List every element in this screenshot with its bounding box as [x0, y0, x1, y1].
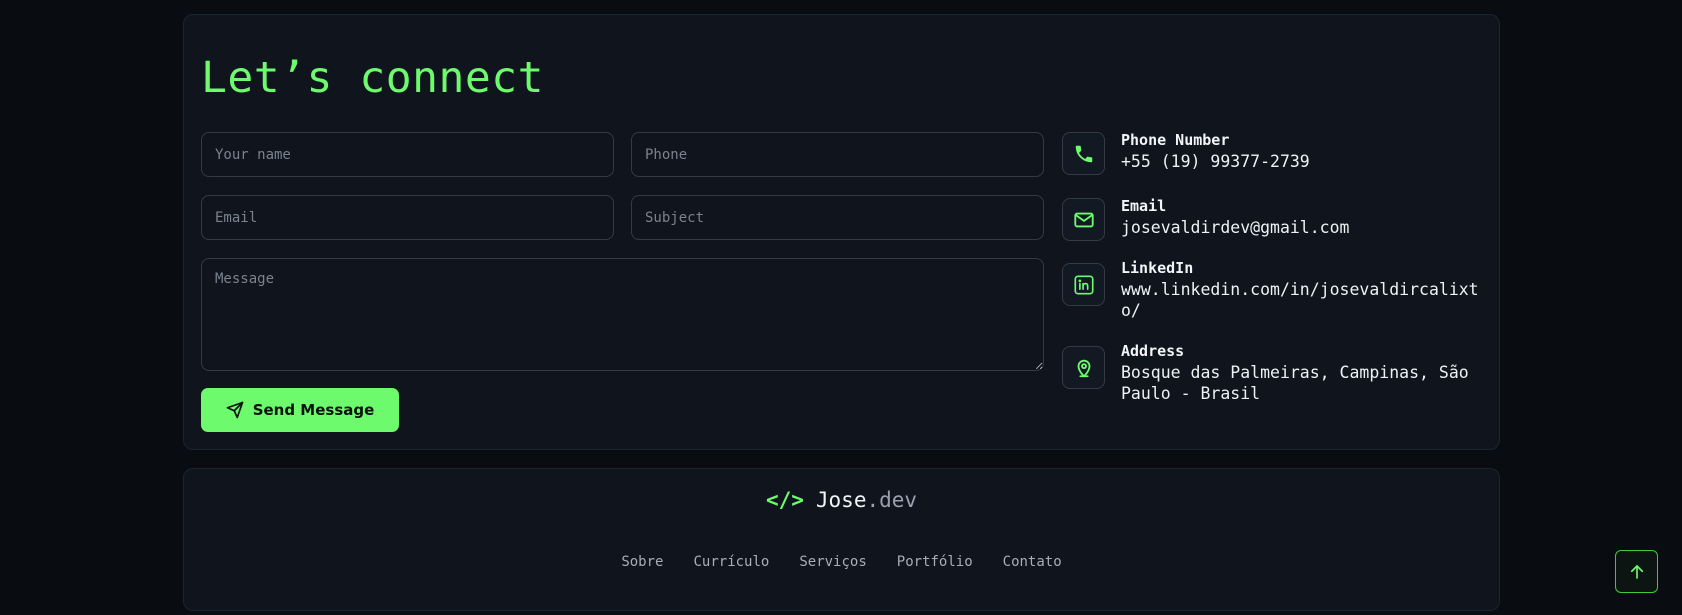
footer-brand[interactable]: </> Jose.dev: [184, 488, 1499, 512]
linkedin-label: LinkedIn: [1121, 259, 1194, 277]
footer-link-contato[interactable]: Contato: [1003, 554, 1062, 570]
footer-nav: Sobre Currículo Serviços Portfólio Conta…: [184, 554, 1499, 570]
arrow-up-icon: [1628, 563, 1646, 581]
brand-suffix: .dev: [866, 488, 918, 512]
send-message-label: Send Message: [252, 401, 375, 419]
contact-section: Let’s connect Send Message Phone Number …: [183, 14, 1500, 450]
linkedin-icon: [1062, 263, 1105, 306]
footer-link-curriculo[interactable]: Currículo: [693, 554, 769, 570]
brand-name: Jose: [815, 488, 867, 512]
footer: </> Jose.dev Sobre Currículo Serviços Por…: [183, 468, 1500, 611]
scroll-to-top-button[interactable]: [1615, 550, 1658, 593]
address-label: Address: [1121, 342, 1185, 360]
map-pin-icon: [1062, 346, 1105, 389]
phone-label: Phone Number: [1121, 131, 1230, 149]
subject-input[interactable]: [631, 195, 1044, 240]
send-message-button[interactable]: Send Message: [201, 388, 399, 432]
code-icon: </>: [765, 488, 804, 512]
footer-link-servicos[interactable]: Serviços: [799, 554, 866, 570]
linkedin-value[interactable]: www.linkedin.com/in/josevaldircalixto/: [1121, 279, 1483, 321]
phone-input[interactable]: [631, 132, 1044, 177]
send-icon: [226, 401, 244, 419]
address-value: Bosque das Palmeiras, Campinas, São Paul…: [1121, 363, 1469, 403]
email-value[interactable]: josevaldirdev@gmail.com: [1121, 217, 1483, 238]
contact-title: Let’s connect: [201, 53, 545, 103]
message-textarea[interactable]: [201, 258, 1044, 371]
email-input[interactable]: [201, 195, 614, 240]
footer-link-portfolio[interactable]: Portfólio: [897, 554, 973, 570]
mail-icon: [1062, 198, 1105, 241]
name-input[interactable]: [201, 132, 614, 177]
phone-icon: [1062, 132, 1105, 175]
phone-value[interactable]: +55 (19) 99377-2739: [1121, 151, 1483, 172]
email-label: Email: [1121, 197, 1167, 215]
footer-link-sobre[interactable]: Sobre: [621, 554, 663, 570]
